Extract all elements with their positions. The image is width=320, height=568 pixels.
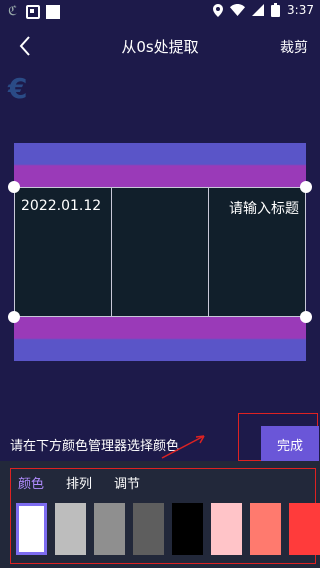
- color-swatch[interactable]: [16, 503, 47, 555]
- status-icons-left: ℭ: [8, 4, 60, 20]
- app-notification-icon: ℭ: [8, 4, 18, 19]
- tool-panel: 颜色 排列 调节: [0, 461, 320, 568]
- panel-left[interactable]: 2022.01.12: [15, 188, 112, 316]
- panel-middle[interactable]: [112, 188, 209, 316]
- crop-handle-bottom-left[interactable]: [8, 311, 20, 323]
- gradient-band-bottom: [14, 317, 306, 361]
- tab-adjust[interactable]: 调节: [114, 473, 140, 492]
- color-swatch[interactable]: [94, 503, 125, 555]
- wifi-icon: [230, 4, 246, 16]
- date-text: 2022.01.12: [21, 198, 102, 214]
- color-hint-text: 请在下方颜色管理器选择颜色: [10, 439, 180, 454]
- annotation-arrow-icon: [161, 435, 205, 459]
- color-swatch-list: [16, 503, 320, 555]
- status-bar: ℭ 3:37: [0, 0, 320, 24]
- color-swatch[interactable]: [250, 503, 281, 555]
- cover-preview: 2022.01.12 请输入标题: [8, 143, 312, 361]
- title-placeholder[interactable]: 请输入标题: [229, 198, 299, 218]
- gallery-notification-icon: [26, 5, 40, 19]
- white-square-notification-icon: [46, 5, 60, 19]
- done-highlight-box: 完成: [238, 413, 319, 462]
- page-title: 从0s处提取: [121, 38, 199, 56]
- gradient-band-top: [14, 143, 306, 187]
- battery-icon: [271, 3, 281, 17]
- panel-right[interactable]: 请输入标题: [209, 188, 305, 316]
- color-swatch[interactable]: [289, 503, 320, 555]
- watermark-logo: €: [8, 72, 28, 105]
- crop-handle-bottom-right[interactable]: [300, 311, 312, 323]
- status-time: 3:37: [287, 3, 314, 17]
- crop-handle-top-right[interactable]: [300, 181, 312, 193]
- cover-panels: 2022.01.12 请输入标题: [14, 187, 306, 317]
- done-button[interactable]: 完成: [261, 426, 319, 462]
- signal-icon: [252, 4, 265, 16]
- color-swatch[interactable]: [172, 503, 203, 555]
- color-swatch[interactable]: [211, 503, 242, 555]
- crop-handle-top-left[interactable]: [8, 181, 20, 193]
- crop-button[interactable]: 裁剪: [280, 37, 308, 57]
- tab-arrange[interactable]: 排列: [66, 473, 92, 492]
- color-swatch[interactable]: [133, 503, 164, 555]
- status-icons-right: 3:37: [213, 3, 314, 17]
- tab-color[interactable]: 颜色: [18, 473, 44, 492]
- location-icon: [213, 3, 224, 17]
- color-swatch[interactable]: [55, 503, 86, 555]
- tool-tabs: 颜色 排列 调节: [18, 473, 140, 492]
- header: 从0s处提取 裁剪: [0, 28, 320, 64]
